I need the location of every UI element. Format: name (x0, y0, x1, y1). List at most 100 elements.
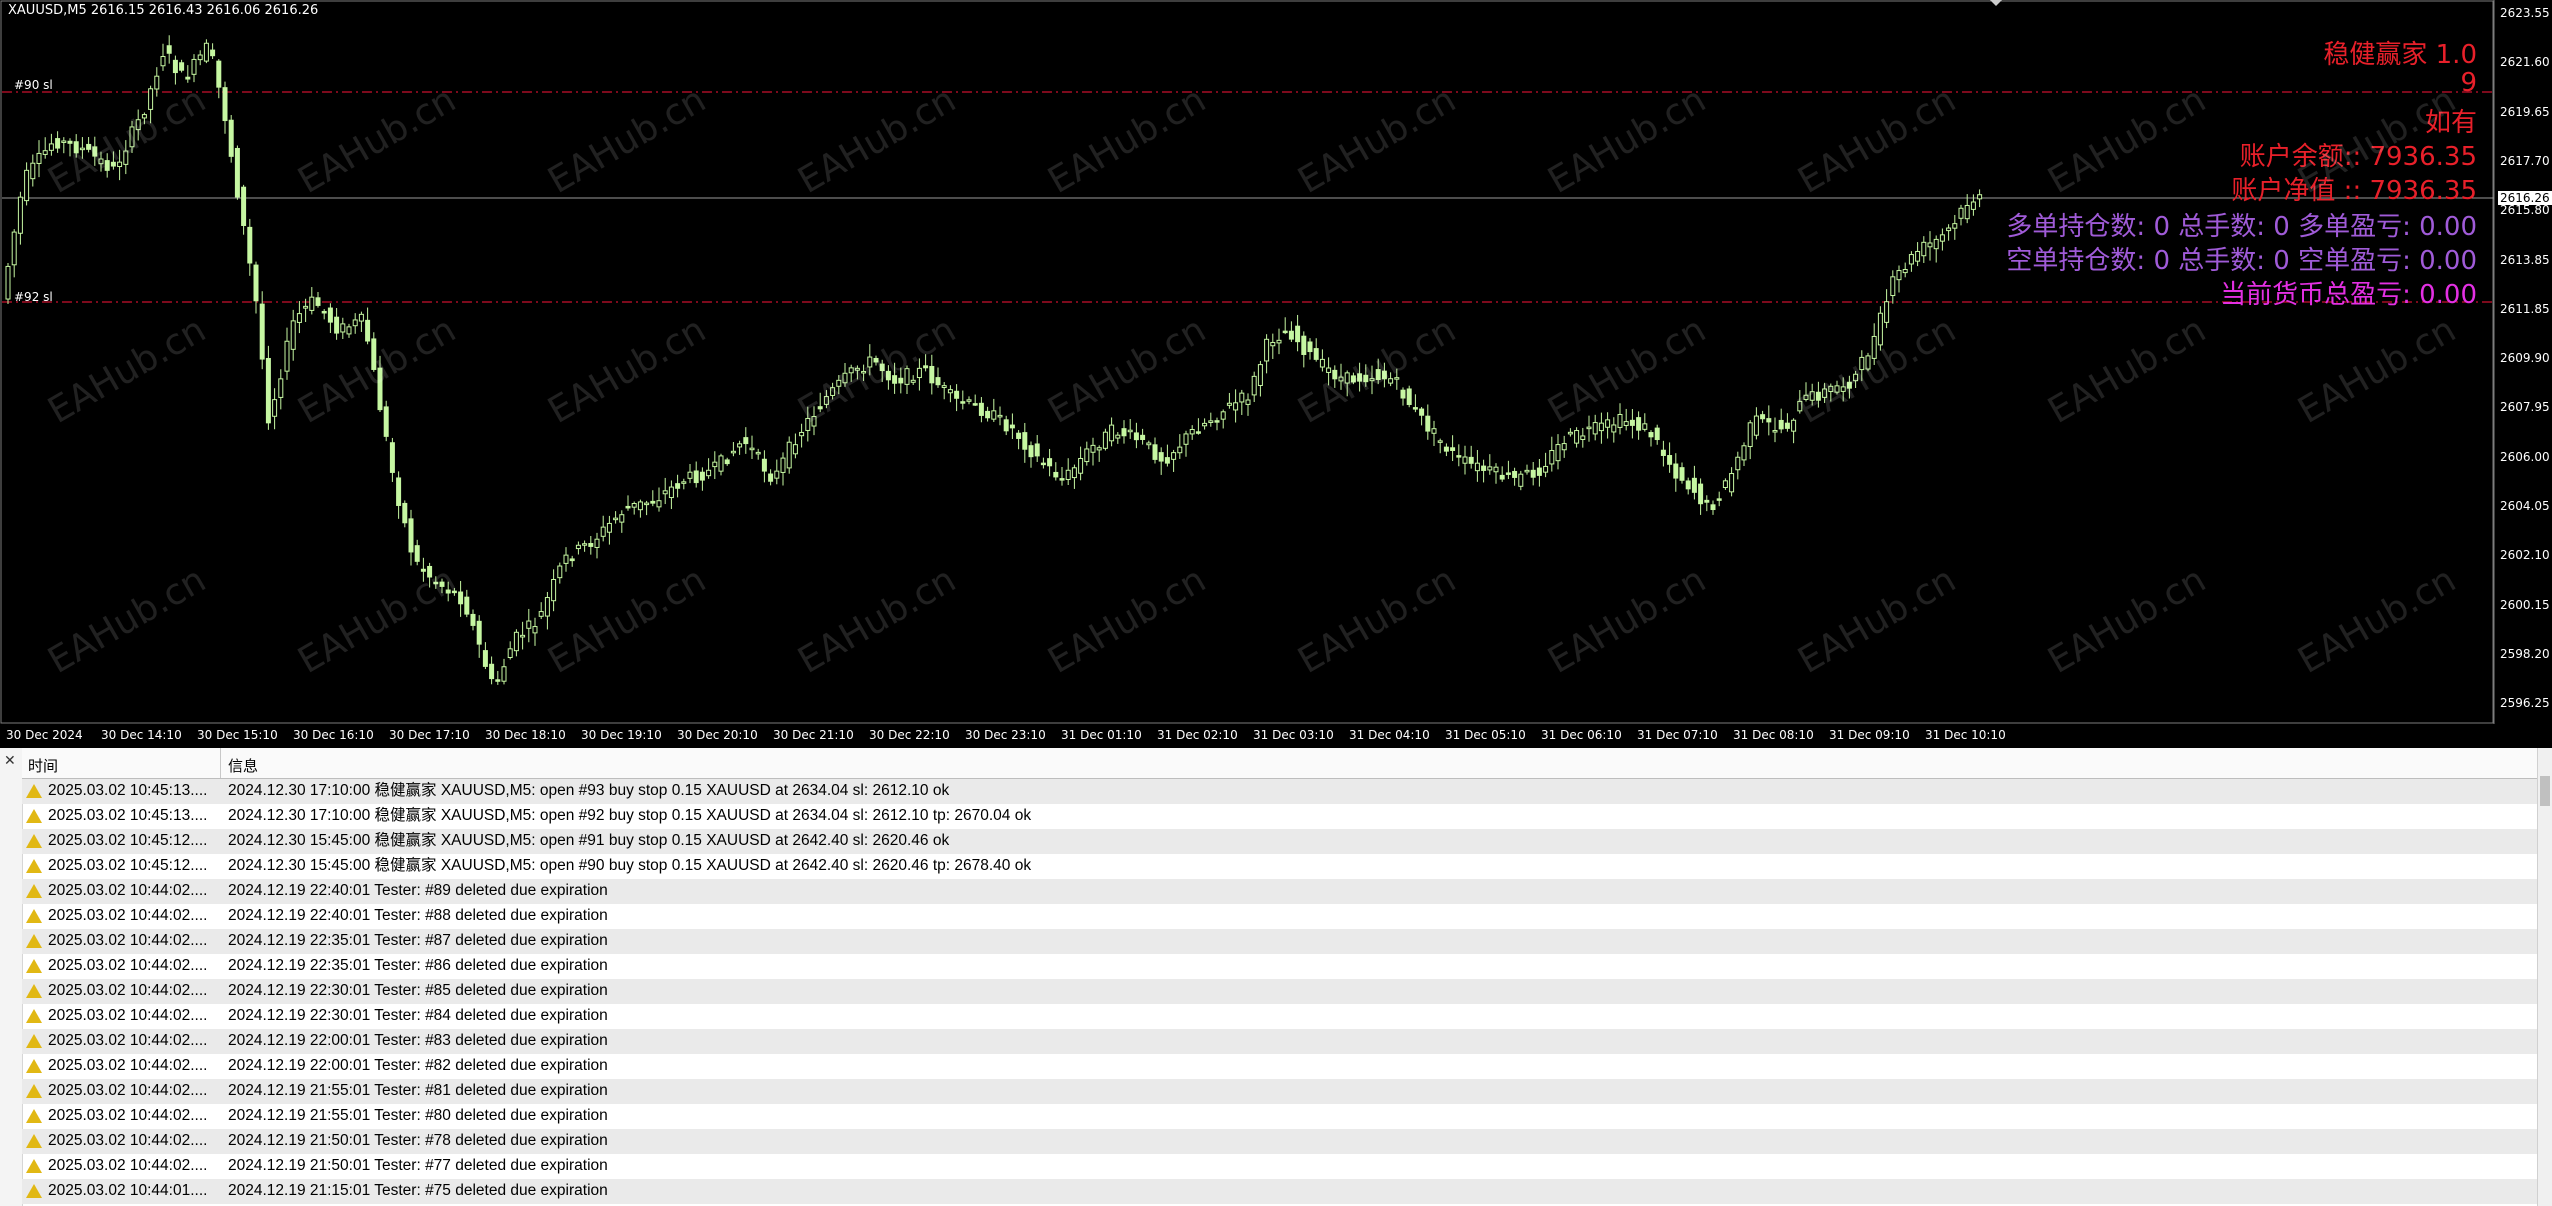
candle-body (947, 389, 953, 394)
candle-body (1685, 480, 1691, 490)
candle-body (910, 379, 916, 383)
candle-body (458, 591, 464, 605)
price-tick-label: 2602.10 (2500, 548, 2550, 563)
candle-body (997, 414, 1003, 418)
candle-body (1574, 430, 1580, 444)
info-line-3: 账户余额:: 7936.35 (2239, 142, 2477, 172)
journal-row[interactable]: 2025.03.02 10:45:12.... 2024.12.30 15:45:… (22, 854, 2538, 879)
candle-body (1127, 429, 1133, 433)
candle-body (737, 443, 743, 448)
candle-body (1673, 463, 1679, 479)
candle-body (1784, 422, 1790, 429)
candle-body (1468, 456, 1474, 464)
candle-body (296, 313, 302, 323)
candle-body (1791, 419, 1797, 432)
candle-body (1735, 456, 1741, 471)
candle-body (1561, 443, 1567, 451)
journal-row[interactable]: 2025.03.02 10:44:02.... 2024.12.19 22:30:… (22, 1004, 2538, 1029)
column-header-message[interactable]: 信息 (228, 755, 258, 776)
journal-row[interactable]: 2025.03.02 10:44:02.... 2024.12.19 22:00:… (22, 1054, 2538, 1079)
journal-row[interactable]: 2025.03.02 10:44:02.... 2024.12.19 21:55:… (22, 1104, 2538, 1129)
candle-body (241, 186, 247, 226)
journal-row[interactable]: 2025.03.02 10:45:13.... 2024.12.30 17:10:… (22, 804, 2538, 829)
candle-body (123, 150, 129, 165)
vertical-scrollbar[interactable] (2537, 748, 2552, 1206)
candle-body (389, 442, 395, 473)
candle-body (1859, 356, 1865, 371)
candle-body (1437, 440, 1443, 443)
journal-row[interactable]: 2025.03.02 10:44:01.... 2024.12.19 21:15:… (22, 1179, 2538, 1204)
candle-body (867, 356, 873, 368)
candle-body (135, 119, 141, 131)
info-line-2: 如有 (2424, 108, 2477, 138)
candle-body (619, 514, 625, 523)
journal-row[interactable]: 2025.03.02 10:44:02.... 2024.12.19 21:50:… (22, 1129, 2538, 1154)
price-tick-label: 2613.85 (2500, 252, 2550, 267)
candle-body (600, 526, 606, 537)
candlestick-plot[interactable] (0, 0, 2552, 748)
warning-icon (26, 1059, 42, 1073)
column-header-time[interactable]: 时间 (28, 755, 58, 776)
candle-body (755, 451, 761, 455)
candle-body (985, 410, 991, 419)
candle-body (1896, 270, 1902, 281)
journal-message: 2024.12.19 21:55:01 Tester: #80 deleted … (228, 1107, 608, 1124)
journal-row[interactable]: 2025.03.02 10:44:02.... 2024.12.19 22:30:… (22, 979, 2538, 1004)
candle-body (1505, 472, 1511, 475)
column-divider[interactable] (220, 748, 221, 778)
info-line-5: 多单持仓数: 0 总手数: 0 多单盈亏: 0.00 (2006, 212, 2477, 242)
candle-body (1871, 335, 1877, 359)
candle-body (1617, 413, 1623, 428)
candle-body (1487, 466, 1493, 471)
candle-body (1319, 358, 1325, 368)
candle-body (1257, 364, 1263, 386)
journal-message: 2024.12.19 22:00:01 Tester: #83 deleted … (228, 1032, 608, 1049)
candle-body (718, 455, 724, 472)
candle-body (582, 543, 588, 546)
candle-body (148, 88, 154, 110)
journal-message: 2024.12.19 22:40:01 Tester: #89 deleted … (228, 882, 608, 899)
candle-body (272, 399, 278, 417)
candle-body (1456, 455, 1462, 458)
journal-time: 2025.03.02 10:44:02.... (48, 957, 208, 974)
journal-row[interactable]: 2025.03.02 10:44:02.... 2024.12.19 22:35:… (22, 929, 2538, 954)
price-chart[interactable]: XAUUSD,M5 2616.15 2616.43 2616.06 2616.2… (0, 0, 2552, 748)
time-tick-label: 31 Dec 03:10 (1253, 728, 1334, 742)
terminal-journal-panel[interactable]: ✕ 时间 信息 2025.03.02 10:45:13.... 2024.12.3… (0, 748, 2552, 1206)
candle-body (520, 634, 526, 638)
candle-body (1189, 429, 1195, 435)
journal-time: 2025.03.02 10:44:02.... (48, 1007, 208, 1024)
journal-row[interactable]: 2025.03.02 10:44:02.... 2024.12.19 22:00:… (22, 1029, 2538, 1054)
candle-body (1090, 444, 1096, 453)
scrollbar-thumb[interactable] (2540, 776, 2550, 806)
time-tick-label: 30 Dec 17:10 (389, 728, 470, 742)
candle-body (644, 502, 650, 506)
journal-row[interactable]: 2025.03.02 10:44:02.... 2024.12.19 22:40:… (22, 879, 2538, 904)
journal-row[interactable]: 2025.03.02 10:44:02.... 2024.12.19 21:55:… (22, 1079, 2538, 1104)
candle-body (799, 431, 805, 437)
candle-body (11, 231, 17, 266)
price-tick-label: 2611.85 (2500, 301, 2550, 316)
journal-row[interactable]: 2025.03.02 10:44:02.... 2024.12.19 22:35:… (22, 954, 2538, 979)
candle-body (129, 126, 135, 148)
candle-body (1890, 276, 1896, 297)
candle-body (1183, 433, 1189, 445)
journal-row[interactable]: 2025.03.02 10:45:12.... 2024.12.30 15:45:… (22, 829, 2538, 854)
journal-message: 2024.12.19 22:30:01 Tester: #84 deleted … (228, 1007, 608, 1024)
journal-row[interactable]: 2025.03.02 10:44:02.... 2024.12.19 21:50:… (22, 1154, 2538, 1179)
candle-body (941, 385, 947, 388)
candle-body (315, 297, 321, 306)
candle-body (1927, 242, 1933, 248)
journal-row[interactable]: 2025.03.02 10:45:13.... 2024.12.30 17:10:… (22, 779, 2538, 804)
journal-time: 2025.03.02 10:44:02.... (48, 907, 208, 924)
journal-time: 2025.03.02 10:44:02.... (48, 882, 208, 899)
candle-body (706, 469, 712, 477)
candle-body (1815, 391, 1821, 401)
candle-body (346, 326, 352, 335)
journal-row[interactable]: 2025.03.02 10:44:02.... 2024.12.19 22:40:… (22, 904, 2538, 929)
candle-body (1766, 418, 1772, 423)
candle-body (1598, 422, 1604, 432)
close-icon[interactable]: ✕ (4, 752, 16, 769)
warning-icon (26, 834, 42, 848)
candle-body (1691, 477, 1697, 493)
